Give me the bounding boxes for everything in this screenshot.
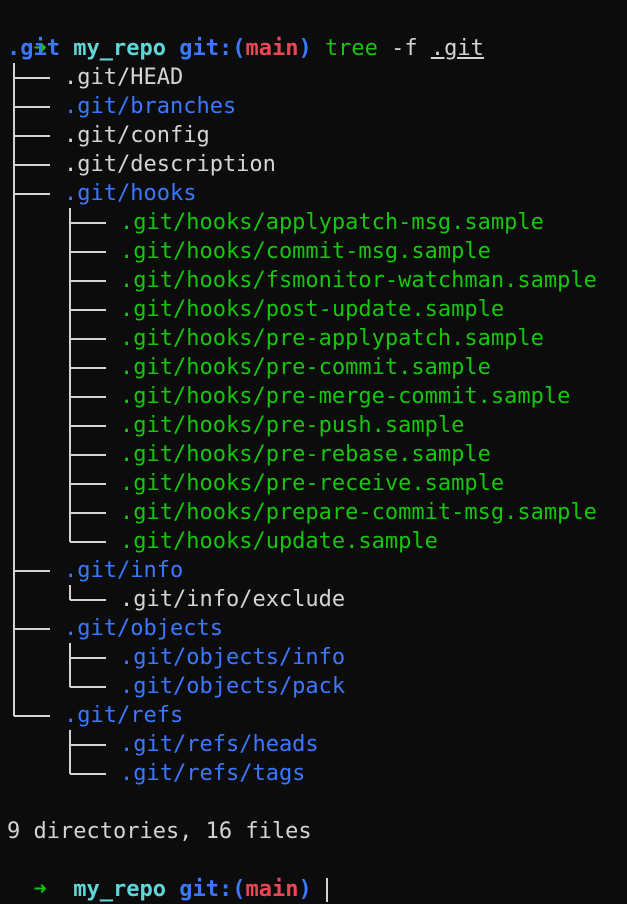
tree-entry-dir: .git/objects/pack <box>120 674 346 699</box>
tree-root: .git <box>7 36 60 61</box>
branch-name: main <box>245 36 299 61</box>
tree-entry-exec: .git/hooks/commit-msg.sample <box>120 239 491 264</box>
prompt-line-current[interactable]: ➜ my_repo git:(main) <box>7 846 328 902</box>
tree-entry-exec: .git/hooks/fsmonitor-watchman.sample <box>120 268 597 293</box>
repo-name: my_repo <box>73 36 166 61</box>
tree-entry-dir: .git/branches <box>64 94 237 119</box>
tree-entry-exec: .git/hooks/pre-push.sample <box>120 413 465 438</box>
tree-entry-dir: .git/refs/heads <box>120 732 319 757</box>
tree-summary: 9 directories, 16 files <box>7 819 312 844</box>
command-target: .git <box>430 36 484 61</box>
command: tree <box>324 36 378 61</box>
git-label: git:( <box>179 877 246 902</box>
tree-entry-file: .git/description <box>64 152 276 177</box>
tree-entry-exec: .git/hooks/pre-applypatch.sample <box>120 326 544 351</box>
tree-entry-exec: .git/hooks/update.sample <box>120 529 438 554</box>
repo-name: my_repo <box>73 877 166 902</box>
prompt-arrow-icon: ➜ <box>33 877 47 902</box>
tree-entry-dir: .git/hooks <box>64 181 197 206</box>
git-label-close: ) <box>298 36 312 61</box>
git-label-close: ) <box>298 877 312 902</box>
text-cursor[interactable] <box>325 878 328 902</box>
tree-entry-dir: .git/refs/tags <box>120 761 306 786</box>
tree-entry-exec: .git/hooks/applypatch-msg.sample <box>120 210 544 235</box>
tree-entry-exec: .git/hooks/pre-receive.sample <box>120 471 505 496</box>
git-label: git:( <box>179 36 246 61</box>
tree-entry-exec: .git/hooks/pre-merge-commit.sample <box>120 384 571 409</box>
tree-entry-dir: .git/info <box>64 558 184 583</box>
command-flag: -f <box>391 36 418 61</box>
tree-entry-dir: .git/objects/info <box>120 645 346 670</box>
tree-entry-file: .git/HEAD <box>64 65 184 90</box>
tree-entry-file: .git/config <box>64 123 210 148</box>
prompt-line: ➜ my_repo git:(main) tree -f .git <box>7 5 484 61</box>
tree-entry-dir: .git/objects <box>64 616 223 641</box>
tree-entry-file: .git/info/exclude <box>120 587 346 612</box>
tree-entry-exec: .git/hooks/pre-rebase.sample <box>120 442 491 467</box>
tree-entry-exec: .git/hooks/pre-commit.sample <box>120 355 491 380</box>
tree-entry-dir: .git/refs <box>64 703 184 728</box>
branch-name: main <box>245 877 299 902</box>
tree-entry-exec: .git/hooks/prepare-commit-msg.sample <box>120 500 597 525</box>
tree-entry-exec: .git/hooks/post-update.sample <box>120 297 505 322</box>
